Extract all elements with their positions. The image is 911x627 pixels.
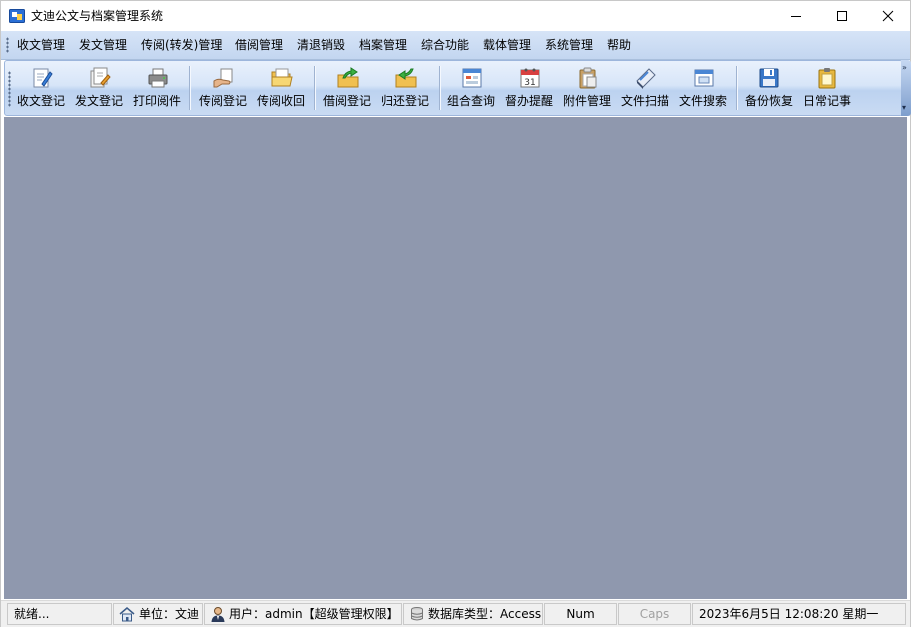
chevron-down-icon: ▾ [902, 103, 907, 112]
supervision-reminder-button[interactable]: 31 督办提醒 [500, 61, 558, 115]
menu-archives[interactable]: 档案管理 [357, 37, 409, 53]
incoming-register-button[interactable]: 收文登记 [12, 61, 70, 115]
toolbar-label: 文件搜索 [678, 94, 727, 108]
menu-help[interactable]: 帮助 [605, 37, 633, 53]
calendar-icon: 31 [518, 66, 542, 90]
outgoing-register-button[interactable]: 发文登记 [70, 61, 128, 115]
menu-system[interactable]: 系统管理 [543, 37, 595, 53]
toolbar-label: 组合查询 [446, 94, 495, 108]
status-ready-panel: 就绪... [7, 603, 112, 625]
scanner-icon [634, 66, 658, 90]
return-register-button[interactable]: 归还登记 [376, 61, 434, 115]
edit-document-icon [30, 66, 54, 90]
backup-restore-button[interactable]: 备份恢复 [740, 61, 798, 115]
toolbar-label: 收文登记 [16, 94, 65, 108]
toolbar-label: 打印阅件 [132, 94, 181, 108]
menubar-grip-handle[interactable] [6, 37, 9, 53]
form-window-icon [460, 66, 484, 90]
folder-open-icon [270, 66, 294, 90]
menu-outgoing-docs[interactable]: 发文管理 [77, 37, 129, 53]
combined-query-button[interactable]: 组合查询 [442, 61, 500, 115]
search-window-icon [692, 66, 716, 90]
toolbar-label: 传阅登记 [198, 94, 247, 108]
app-logo-icon [9, 8, 25, 24]
folder-arrow-up-icon [336, 66, 360, 90]
status-bar: 就绪... 单位：文迪 用户：admin【超级管理权限】 数据库类型：Acces… [1, 600, 910, 627]
menu-circulation[interactable]: 传阅(转发)管理 [139, 37, 224, 53]
hand-document-icon [212, 66, 236, 90]
chevron-right-icon: » [902, 63, 907, 72]
borrow-register-button[interactable]: 借阅登记 [318, 61, 376, 115]
app-window: 文迪公文与档案管理系统 收文管理 发文管理 传阅(转发)管理 借阅管理 清退销毁… [0, 0, 911, 627]
attachment-management-button[interactable]: 附件管理 [558, 61, 616, 115]
status-caps-panel: Caps [618, 603, 691, 625]
printer-icon [146, 66, 170, 90]
database-icon [409, 606, 425, 622]
toolbar-overflow-button[interactable]: » ▾ [901, 60, 911, 116]
toolbar-label: 借阅登记 [322, 94, 371, 108]
toolbar-separator [439, 66, 441, 110]
status-datetime-text: 2023年6月5日 12:08:20 星期一 [699, 607, 879, 621]
status-user-text: 用户：admin【超级管理权限】 [229, 607, 399, 621]
main-toolbar: 收文登记 发文登记 打印阅件 传阅登记 传阅收回 借阅登记 归还登记 组合查询 … [4, 60, 903, 116]
menu-return-destroy[interactable]: 清退销毁 [295, 37, 347, 53]
menu-incoming-docs[interactable]: 收文管理 [15, 37, 67, 53]
status-database-panel: 数据库类型：Access [403, 603, 543, 625]
status-database-text: 数据库类型：Access [428, 607, 542, 621]
toolbar-label: 发文登记 [74, 94, 123, 108]
toolbar-label: 传阅收回 [256, 94, 305, 108]
maximize-button[interactable] [819, 1, 865, 31]
menu-borrowing[interactable]: 借阅管理 [233, 37, 285, 53]
toolbar-separator [189, 66, 191, 110]
status-num-panel: Num [544, 603, 617, 625]
status-ready-text: 就绪... [14, 607, 50, 621]
circulation-recall-button[interactable]: 传阅收回 [252, 61, 310, 115]
file-search-button[interactable]: 文件搜索 [674, 61, 732, 115]
toolbar-label: 日常记事 [802, 94, 851, 108]
status-datetime-panel: 2023年6月5日 12:08:20 星期一 [692, 603, 906, 625]
folder-arrow-back-icon [394, 66, 418, 90]
document-pen-icon [88, 66, 112, 90]
menu-bar: 收文管理 发文管理 传阅(转发)管理 借阅管理 清退销毁 档案管理 综合功能 载… [1, 31, 910, 60]
floppy-disk-icon [757, 66, 781, 90]
toolbar-label: 附件管理 [562, 94, 611, 108]
file-scan-button[interactable]: 文件扫描 [616, 61, 674, 115]
toolbar-grip-handle[interactable] [8, 71, 11, 107]
circulation-register-button[interactable]: 传阅登记 [194, 61, 252, 115]
menu-general-functions[interactable]: 综合功能 [419, 37, 471, 53]
toolbar-label: 文件扫描 [620, 94, 669, 108]
status-user-panel: 用户：admin【超级管理权限】 [204, 603, 402, 625]
toolbar-separator [736, 66, 738, 110]
daily-notes-button[interactable]: 日常记事 [798, 61, 856, 115]
maximize-icon [837, 11, 847, 21]
minimize-icon [791, 16, 801, 17]
clipboard-icon [576, 66, 600, 90]
close-icon [882, 10, 894, 22]
close-button[interactable] [865, 1, 911, 31]
toolbar-label: 备份恢复 [744, 94, 793, 108]
workspace-area[interactable] [4, 117, 907, 599]
title-bar[interactable]: 文迪公文与档案管理系统 [1, 1, 910, 31]
status-unit-text: 单位：文迪 [139, 607, 200, 621]
toolbar-separator [314, 66, 316, 110]
minimize-button[interactable] [773, 1, 819, 31]
toolbar-label: 归还登记 [380, 94, 429, 108]
toolbar-label: 督办提醒 [504, 94, 553, 108]
menu-media[interactable]: 载体管理 [481, 37, 533, 53]
window-title: 文迪公文与档案管理系统 [31, 9, 164, 23]
home-icon [119, 606, 135, 622]
print-document-button[interactable]: 打印阅件 [128, 61, 186, 115]
user-icon [210, 606, 226, 622]
status-unit-panel: 单位：文迪 [113, 603, 203, 625]
notepad-icon [815, 66, 839, 90]
status-caps-text: Caps [639, 607, 670, 621]
svg-text:31: 31 [524, 78, 535, 88]
status-num-text: Num [566, 607, 595, 621]
